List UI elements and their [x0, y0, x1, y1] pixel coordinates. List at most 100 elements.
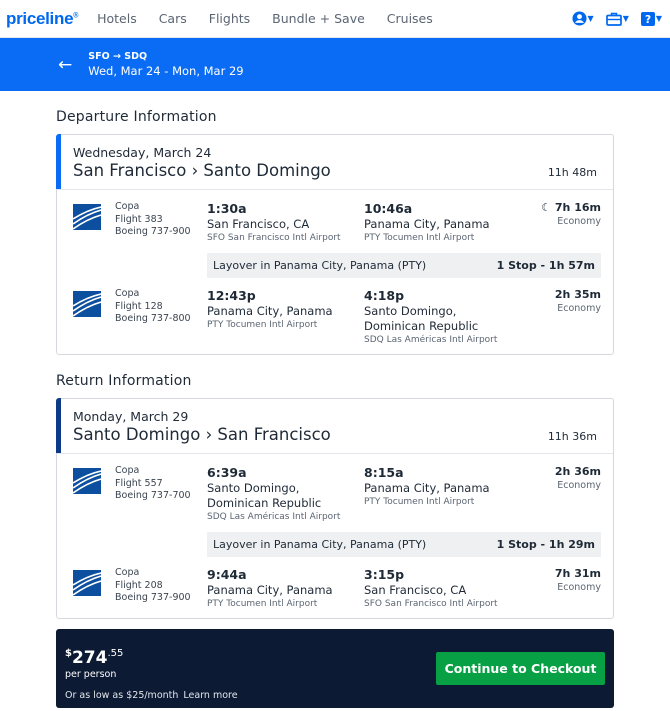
briefcase-icon: [605, 12, 622, 26]
nav-link-cars[interactable]: Cars: [159, 11, 187, 26]
cabin-class: Economy: [557, 480, 601, 491]
aircraft: Boeing 737-700: [115, 490, 191, 501]
flight-segment: Copa Flight 208 Boeing 737-900 9:44a Pan…: [73, 567, 601, 609]
segment-duration: 2h 36m: [554, 465, 601, 478]
copa-logo-icon: [73, 468, 101, 494]
svg-text:?: ?: [645, 14, 651, 26]
departure-date: Wednesday, March 24: [73, 145, 212, 160]
finance-text: Or as low as $25/month Learn more: [65, 690, 238, 701]
aircraft: Boeing 737-900: [115, 226, 191, 237]
airline-name: Copa: [115, 465, 140, 476]
trip-route: SFO → SDQ: [88, 51, 148, 62]
moon-icon: ☾: [541, 201, 552, 214]
flight-number: Flight 383: [115, 213, 163, 225]
segment-duration: 2h 35m: [554, 288, 601, 301]
stops-text: 1 Stop - 1h 29m: [496, 538, 595, 551]
arrival-city: Panama City, Panama: [364, 217, 490, 231]
copa-logo-icon: [73, 570, 101, 596]
departure-city: Santo Domingo, Dominican Republic: [207, 481, 322, 510]
layover-text: Layover in Panama City, Panama (PTY): [213, 259, 427, 272]
departure-accent-bar: [56, 134, 61, 189]
airline-name: Copa: [115, 567, 140, 578]
arrival-airport: SFO San Francisco Intl Airport: [364, 599, 498, 609]
cabin-class: Economy: [557, 216, 601, 227]
trips-menu[interactable]: ▼: [605, 12, 629, 26]
layover-bar: Layover in Panama City, Panama (PTY) 1 S…: [207, 532, 601, 557]
cabin-class: Economy: [557, 582, 601, 593]
arrival-time: 4:18p: [364, 288, 405, 303]
price-currency: $: [65, 648, 72, 659]
flight-number: Flight 208: [115, 579, 163, 591]
airline-name: Copa: [115, 201, 140, 212]
return-total-duration: 11h 36m: [547, 430, 597, 443]
segment-duration: 7h 16m: [554, 201, 601, 214]
flight-segment: Copa Flight 383 Boeing 737-900 1:30a San…: [73, 201, 601, 243]
priceline-logo[interactable]: priceline®: [6, 9, 78, 29]
stops-text: 1 Stop - 1h 57m: [496, 259, 595, 272]
nav-link-cruises[interactable]: Cruises: [387, 11, 433, 26]
departure-time: 6:39a: [207, 465, 247, 480]
account-menu[interactable]: ▼: [572, 11, 594, 26]
departure-airport: PTY Tocumen Intl Airport: [207, 320, 318, 330]
return-accent-bar: [56, 398, 61, 453]
departure-section-title: Departure Information: [56, 109, 217, 125]
return-date: Monday, March 29: [73, 409, 189, 424]
price-panel: $274.55 per person Or as low as $25/mont…: [56, 629, 614, 708]
flight-number: Flight 557: [115, 477, 163, 489]
price-cents: .55: [107, 648, 124, 659]
help-icon: ?: [640, 11, 655, 26]
chevron-down-icon: ▼: [622, 14, 629, 23]
nav-link-bundle[interactable]: Bundle + Save: [272, 11, 365, 26]
help-menu[interactable]: ? ▼: [640, 11, 662, 26]
user-icon: [572, 11, 587, 26]
departure-airport: PTY Tocumen Intl Airport: [207, 599, 318, 609]
arrival-time: 10:46a: [364, 201, 413, 216]
trip-summary-bar: ← SFO → SDQ Wed, Mar 24 - Mon, Mar 29: [0, 38, 670, 91]
aircraft: Boeing 737-800: [115, 313, 191, 324]
arrival-airport: PTY Tocumen Intl Airport: [364, 497, 475, 507]
flight-segment: Copa Flight 128 Boeing 737-800 12:43p Pa…: [73, 288, 601, 345]
arrival-city: Santo Domingo, Dominican Republic: [364, 304, 479, 333]
segment-duration: 7h 31m: [554, 567, 601, 580]
layover-bar: Layover in Panama City, Panama (PTY) 1 S…: [207, 253, 601, 278]
arrival-airport: PTY Tocumen Intl Airport: [364, 233, 475, 243]
continue-to-checkout-button[interactable]: Continue to Checkout: [436, 652, 605, 685]
aircraft: Boeing 737-900: [115, 592, 191, 603]
chevron-down-icon: ▼: [587, 14, 594, 23]
departure-airport: SFO San Francisco Intl Airport: [207, 233, 341, 243]
return-card: Monday, March 29 Santo Domingo › San Fra…: [56, 398, 614, 619]
nav-link-hotels[interactable]: Hotels: [97, 11, 137, 26]
departure-time: 9:44a: [207, 567, 247, 582]
chevron-down-icon: ▼: [655, 14, 662, 23]
cabin-class: Economy: [557, 303, 601, 314]
back-arrow-icon[interactable]: ←: [58, 55, 72, 75]
top-nav: priceline® Hotels Cars Flights Bundle + …: [0, 0, 670, 38]
departure-total-duration: 11h 48m: [547, 166, 597, 179]
layover-text: Layover in Panama City, Panama (PTY): [213, 538, 427, 551]
copa-logo-icon: [73, 204, 101, 230]
flight-segment: Copa Flight 557 Boeing 737-700 6:39a San…: [73, 465, 601, 522]
departure-route: San Francisco › Santo Domingo: [73, 161, 331, 180]
trip-dates: Wed, Mar 24 - Mon, Mar 29: [88, 64, 244, 78]
flight-number: Flight 128: [115, 300, 163, 312]
departure-airport: SDQ Las Américas Intl Airport: [207, 512, 341, 522]
return-route: Santo Domingo › San Francisco: [73, 425, 331, 444]
departure-time: 1:30a: [207, 201, 247, 216]
arrival-city: San Francisco, CA: [364, 583, 467, 597]
arrival-time: 8:15a: [364, 465, 404, 480]
departure-city: San Francisco, CA: [207, 217, 310, 231]
departure-card: Wednesday, March 24 San Francisco › Sant…: [56, 134, 614, 355]
departure-time: 12:43p: [207, 288, 256, 303]
learn-more-link[interactable]: Learn more: [183, 690, 237, 701]
copa-logo-icon: [73, 291, 101, 317]
return-card-header: Monday, March 29 Santo Domingo › San Fra…: [56, 398, 613, 454]
per-person-label: per person: [65, 669, 117, 680]
return-section-title: Return Information: [56, 373, 192, 389]
price-total: $274.55: [65, 648, 123, 668]
departure-city: Panama City, Panama: [207, 583, 333, 597]
nav-link-flights[interactable]: Flights: [209, 11, 250, 26]
airline-name: Copa: [115, 288, 140, 299]
price-dollars: 274: [71, 648, 108, 668]
arrival-time: 3:15p: [364, 567, 405, 582]
departure-card-header: Wednesday, March 24 San Francisco › Sant…: [56, 134, 613, 190]
